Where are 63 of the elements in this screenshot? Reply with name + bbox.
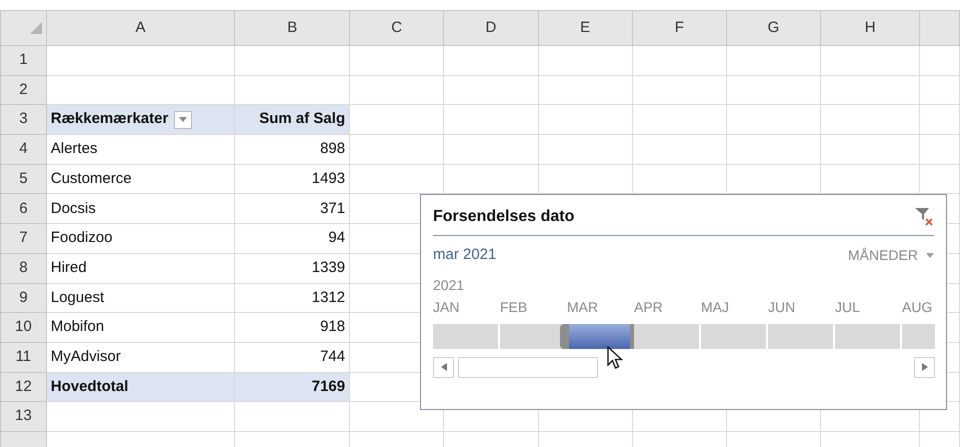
scrollbar-thumb[interactable] [458, 356, 598, 378]
scroll-right-button[interactable] [914, 356, 935, 378]
row-header[interactable]: 3 [0, 104, 46, 135]
value-cell: 918 [234, 312, 350, 342]
column-header[interactable]: A [46, 10, 235, 46]
column-label: Sum af Salg [234, 104, 350, 135]
month-label: FEB [500, 298, 528, 314]
row-label: Alertes [46, 134, 235, 164]
row-label: Loguest [46, 283, 235, 313]
value-cell: 898 [234, 134, 350, 164]
column-header[interactable]: G [726, 10, 821, 46]
row-header[interactable]: 2 [0, 75, 46, 105]
value-cell: 94 [234, 224, 350, 254]
row-header[interactable]: 4 [0, 134, 46, 164]
right-arrow-icon [922, 363, 928, 371]
year-label: 2021 [433, 276, 466, 294]
timeline-title: Forsendelses dato [433, 207, 574, 227]
row-header[interactable]: 12 [0, 372, 46, 402]
column-header[interactable]: F [632, 10, 726, 46]
column-header[interactable]: E [538, 10, 632, 46]
column-label: Rækkemærkater [50, 110, 168, 128]
caret-icon [179, 117, 188, 122]
row-header[interactable]: 8 [0, 253, 46, 283]
column-header[interactable]: D [444, 10, 538, 46]
left-arrow-icon [440, 363, 446, 371]
row-header[interactable]: 9 [0, 283, 46, 313]
month-label: JAN [433, 298, 460, 314]
row-header[interactable]: 11 [0, 342, 46, 372]
select-all-icon[interactable] [30, 22, 42, 34]
row-label: Hired [46, 253, 235, 283]
row-header[interactable]: 5 [0, 164, 46, 194]
row-label: Docsis [46, 194, 235, 224]
month-label: JUN [768, 298, 796, 314]
row-label: Customerce [46, 164, 235, 194]
month-label: AUG [902, 298, 932, 314]
mouse-pointer-icon [607, 346, 623, 370]
row-label: MyAdvisor [46, 342, 235, 372]
month-bar[interactable] [500, 324, 565, 348]
month-label: MAR [567, 298, 598, 314]
caret-icon [926, 252, 934, 258]
row-header[interactable]: 1 [0, 46, 46, 76]
value-cell: 1312 [234, 283, 350, 313]
value-cell: 1339 [234, 253, 350, 283]
grand-total-value: 7169 [234, 372, 350, 402]
filter-dropdown-button[interactable] [174, 110, 192, 128]
column-header[interactable]: H [820, 10, 920, 46]
column-header[interactable]: C [350, 10, 444, 46]
column-header[interactable]: B [234, 10, 350, 46]
value-cell: 1493 [234, 164, 350, 194]
row-header[interactable]: 10 [0, 312, 46, 342]
month-label: APR [634, 298, 663, 314]
row-label: Foodizoo [46, 224, 235, 254]
row-label: Mobifon [46, 312, 235, 342]
row-header[interactable]: 6 [0, 194, 46, 224]
row-header[interactable]: 13 [0, 402, 46, 432]
value-cell: 371 [234, 194, 350, 224]
month-label: MAJ [701, 298, 729, 314]
value-cell: 744 [234, 342, 350, 372]
month-label: JUL [835, 298, 860, 314]
grand-total-label: Hovedtotal [46, 372, 235, 402]
selection-label: mar 2021 [433, 245, 496, 265]
row-header[interactable]: 7 [0, 224, 46, 254]
scroll-left-button[interactable] [433, 356, 454, 378]
